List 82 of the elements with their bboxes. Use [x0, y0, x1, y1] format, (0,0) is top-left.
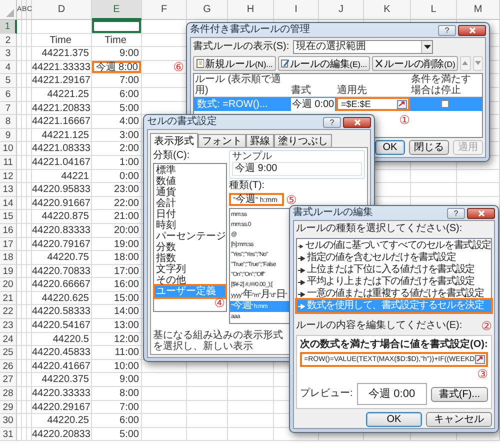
type-label: 種類(T): — [229, 180, 266, 192]
show-rules-label: 書式ルールの表示(S): — [193, 41, 290, 53]
dialog-title: セルの書式設定 — [147, 115, 218, 129]
spreadsheet-cell: 44220.66667 — [32, 278, 92, 292]
spreadsheet-cell: 17:00 — [92, 264, 142, 278]
spreadsheet-cell: 44220.91667 — [32, 196, 92, 210]
callout-number: ⑥ — [172, 60, 184, 74]
rule-type-label: ルールの種類を選択してください(S): — [296, 223, 464, 235]
spreadsheet-cell: 44221.16667 — [32, 115, 92, 129]
sample-value: 今週 9:00 — [232, 162, 362, 176]
callout-number: ① — [398, 112, 410, 126]
spreadsheet-cell: 7:00 — [92, 74, 142, 88]
hint-text: 基になる組み込みの表示形式を選択し、新しい表示 — [153, 330, 284, 352]
sample-label: サンプル — [232, 151, 273, 162]
spreadsheet-cell: 7:00 — [92, 400, 142, 414]
spreadsheet-cell: 5:00 — [92, 102, 142, 116]
spreadsheet-cell: 44221.25 — [32, 88, 92, 102]
spreadsheet-cell: 3:00 — [92, 128, 142, 142]
spreadsheet-cell: 44221.04167 — [32, 156, 92, 170]
spreadsheet-cell: 44220.83333 — [32, 224, 92, 238]
spreadsheet-cell: 44220.33333 — [32, 387, 92, 401]
spreadsheet-cell: 16:00 — [92, 278, 142, 292]
spreadsheet-cell: 44220.29167 — [32, 400, 92, 414]
spreadsheet-cell: 44220.95833 — [32, 183, 92, 197]
spreadsheet-cell: 44220.5 — [32, 332, 92, 346]
spreadsheet-cell: 44220.54167 — [32, 319, 92, 333]
rule-content-label: ルールの内容を編集してください(E): — [296, 320, 462, 332]
spreadsheet-cell: 44220.58333 — [32, 305, 92, 320]
spreadsheet-cell: 22:00 — [92, 196, 142, 210]
spreadsheet-cell: 44220.41667 — [32, 360, 92, 374]
spreadsheet-cell: 44220.45833 — [32, 346, 92, 360]
format-preview: 今週 0:00 — [291, 98, 335, 110]
highlighted-cell: 今週 8:00 — [92, 60, 142, 74]
spreadsheet-cell: 44220.375 — [32, 373, 92, 388]
spreadsheet-cell: 44221.08333 — [32, 142, 92, 156]
callout-number: ⑤ — [285, 194, 297, 206]
spreadsheet-cell: 21:00 — [92, 210, 142, 224]
spreadsheet-cell: Time — [32, 34, 92, 48]
spreadsheet-cell: 9:00 — [92, 373, 142, 388]
spreadsheet-cell: 12:00 — [92, 332, 142, 346]
formula-label: 次の数式を満たす場合に値を書式設定(O): — [300, 339, 488, 351]
spreadsheet-cell: 1:00 — [92, 156, 142, 170]
spreadsheet-cell: Time — [92, 34, 142, 48]
spreadsheet-cell: 6:00 — [92, 88, 142, 102]
spreadsheet-cell: 6:00 — [92, 414, 142, 428]
spreadsheet-cell: 19:00 — [92, 238, 142, 252]
spreadsheet-cell: 44220.25 — [32, 414, 92, 428]
spreadsheet-cell: 13:00 — [92, 319, 142, 333]
spreadsheet-cell: 14:00 — [92, 305, 142, 320]
spreadsheet-cell: 44221.375 — [32, 47, 92, 61]
spreadsheet-cell: 5:00 — [92, 428, 142, 442]
callout-number: ② — [480, 320, 492, 332]
spreadsheet-cell: 8:00 — [92, 387, 142, 401]
spreadsheet-cell: 44221.29167 — [32, 74, 92, 88]
spreadsheet-cell: 44220.20833 — [32, 428, 92, 442]
spreadsheet-cell: 2:00 — [92, 142, 142, 156]
spreadsheet-cell: 18:00 — [92, 251, 142, 265]
category-label: 分類(C): — [153, 150, 191, 162]
spreadsheet-cell: 44220.75 — [32, 251, 92, 265]
spreadsheet-cell: 9:00 — [92, 47, 142, 61]
callout-number: ④ — [213, 296, 225, 310]
spreadsheet-cell: 20:00 — [92, 224, 142, 238]
spreadsheet-cell: 0:00 — [92, 170, 142, 184]
spreadsheet-cell: 44220.625 — [32, 292, 92, 306]
spreadsheet-cell: 44221.33333 — [32, 60, 92, 74]
spreadsheet-cell: 44220.79167 — [32, 238, 92, 252]
spreadsheet-cell: 4:00 — [92, 115, 142, 129]
spreadsheet-cell: 11:00 — [92, 346, 142, 360]
preview-label: プレビュー: — [300, 388, 353, 400]
spreadsheet-cell: 10:00 — [92, 360, 142, 374]
callout-number: ③ — [476, 368, 488, 380]
spreadsheet-cell: 44221.20833 — [32, 102, 92, 116]
spreadsheet-cell: 44221.125 — [32, 128, 92, 142]
spreadsheet-cell: 44220.875 — [32, 210, 92, 224]
rule-cell-text: 数式: =ROW()... — [196, 98, 269, 111]
spreadsheet-cell: 44221 — [32, 170, 92, 184]
preview-box: 今週 0:00 — [356, 383, 427, 405]
dialog-title: 条件付き書式ルールの管理 — [190, 23, 311, 37]
dialog-title: 書式ルールの編集 — [293, 206, 374, 220]
spreadsheet-cell: 23:00 — [92, 183, 142, 197]
spreadsheet-cell: 44220.70833 — [32, 264, 92, 278]
spreadsheet-cell: 15:00 — [92, 292, 142, 306]
